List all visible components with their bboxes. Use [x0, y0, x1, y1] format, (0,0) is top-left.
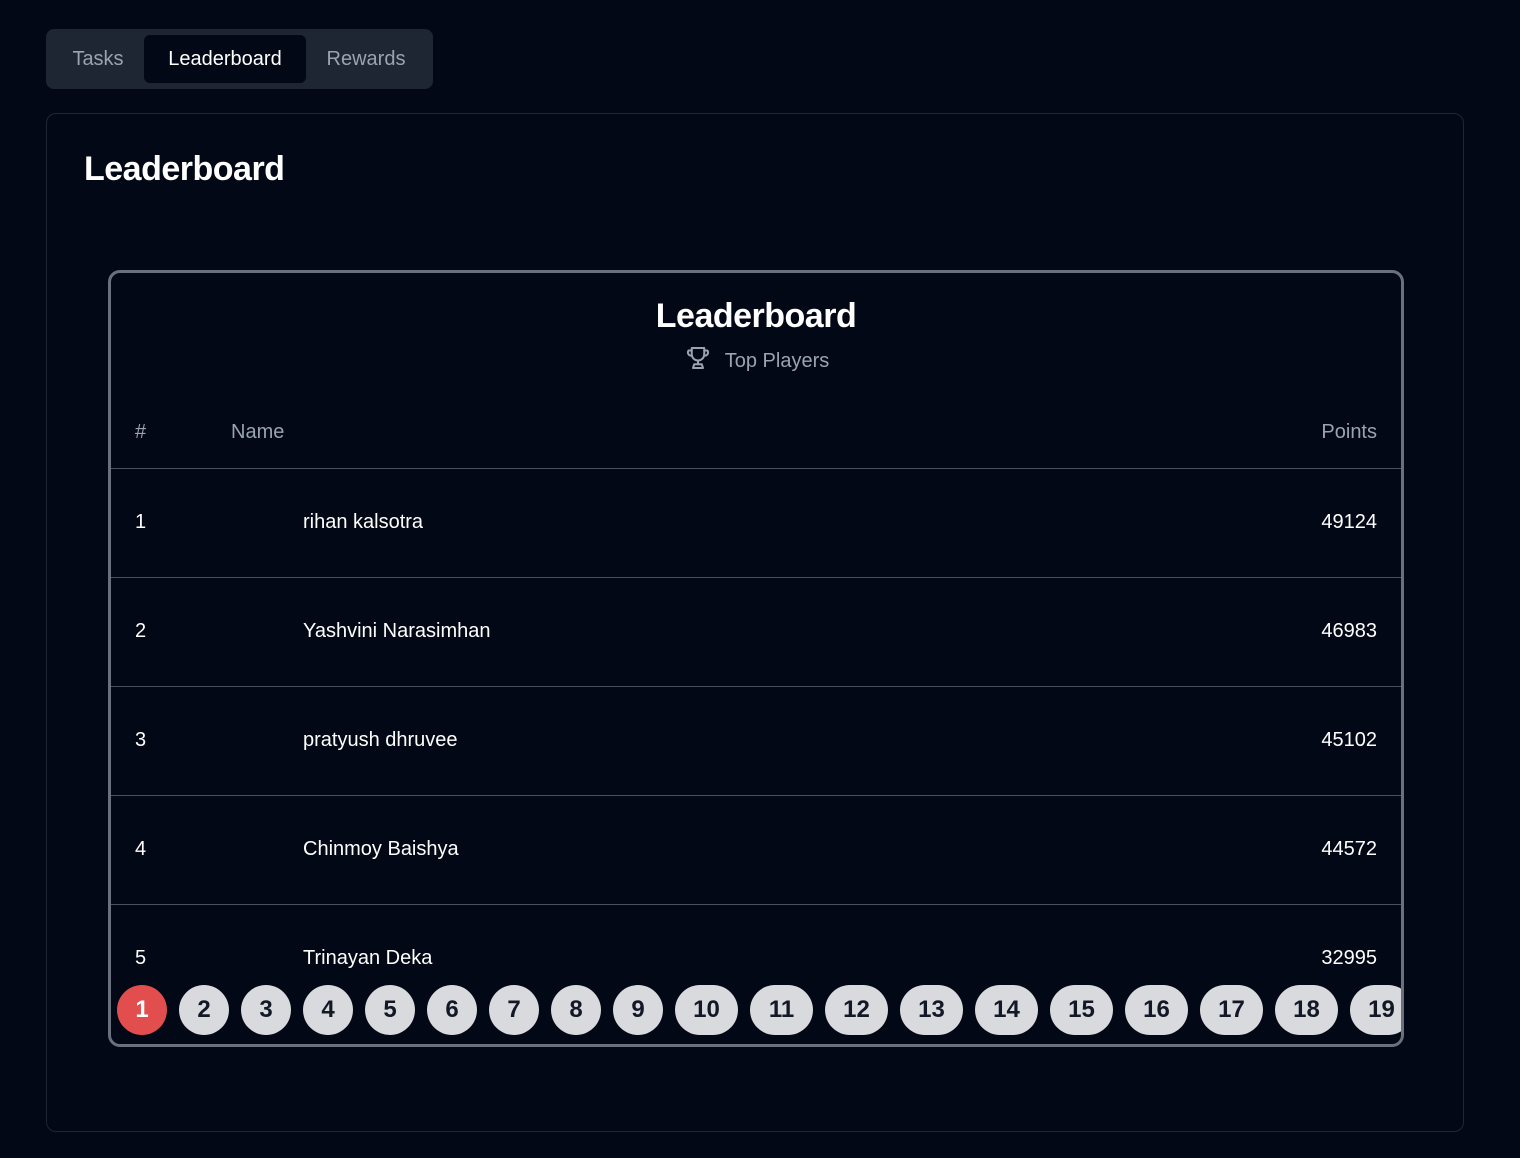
row-name: rihan kalsotra [303, 511, 424, 533]
row-name: Trinayan Deka [303, 947, 433, 969]
page-button-18[interactable]: 18 [1275, 985, 1338, 1035]
page-button-2[interactable]: 2 [179, 985, 229, 1035]
row-rank: 2 [135, 620, 147, 642]
table-row: 4 Chinmoy Baishya 44572 [111, 796, 1401, 905]
row-points: 32995 [1321, 947, 1377, 969]
row-points: 46983 [1321, 620, 1377, 642]
row-rank: 4 [135, 838, 147, 860]
row-rank: 3 [135, 729, 147, 751]
page-button-14[interactable]: 14 [975, 985, 1038, 1035]
page-button-5[interactable]: 5 [365, 985, 415, 1035]
page-button-16[interactable]: 16 [1125, 985, 1188, 1035]
page-button-1[interactable]: 1 [117, 985, 167, 1035]
page-button-11[interactable]: 11 [750, 985, 813, 1035]
subtitle-text: Top Players [724, 349, 830, 372]
page-button-7[interactable]: 7 [489, 985, 539, 1035]
page-button-4[interactable]: 4 [303, 985, 353, 1035]
page-button-17[interactable]: 17 [1200, 985, 1263, 1035]
page-button-8[interactable]: 8 [551, 985, 601, 1035]
page-button-19[interactable]: 19 [1350, 985, 1401, 1035]
page-button-10[interactable]: 10 [675, 985, 738, 1035]
page-button-6[interactable]: 6 [427, 985, 477, 1035]
page-title: Leaderboard [84, 150, 285, 188]
row-points: 49124 [1321, 511, 1377, 533]
tab-leaderboard[interactable]: Leaderboard [144, 35, 306, 83]
table-row: 3 pratyush dhruvee 45102 [111, 687, 1401, 796]
leaderboard-subtitle: Top Players [111, 343, 1401, 379]
column-points: Points [1321, 421, 1377, 443]
row-points: 45102 [1321, 729, 1377, 751]
page-button-13[interactable]: 13 [900, 985, 963, 1035]
table-header: # Name Points [111, 401, 1401, 469]
table-row: 1 rihan kalsotra 49124 [111, 469, 1401, 578]
row-name: Yashvini Narasimhan [303, 620, 491, 642]
page-button-9[interactable]: 9 [613, 985, 663, 1035]
tab-bar: Tasks Leaderboard Rewards [46, 29, 433, 89]
leaderboard-card: Leaderboard Leaderboard Top Players # Na… [46, 113, 1464, 1132]
row-rank: 1 [135, 511, 147, 533]
column-rank: # [135, 421, 147, 443]
trophy-icon [683, 343, 713, 379]
column-name: Name [231, 421, 285, 443]
leaderboard-panel: Leaderboard Top Players # Name Points 1 … [108, 270, 1404, 1047]
tab-rewards[interactable]: Rewards [306, 35, 426, 83]
pagination: 1 2 3 4 5 6 7 8 9 10 11 12 13 14 15 16 1… [117, 985, 1401, 1035]
page-button-15[interactable]: 15 [1050, 985, 1113, 1035]
tab-tasks[interactable]: Tasks [52, 35, 144, 83]
row-points: 44572 [1321, 838, 1377, 860]
row-rank: 5 [135, 947, 147, 969]
row-name: Chinmoy Baishya [303, 838, 459, 860]
leaderboard-title: Leaderboard [655, 297, 857, 335]
table-row: 2 Yashvini Narasimhan 46983 [111, 578, 1401, 687]
page-button-3[interactable]: 3 [241, 985, 291, 1035]
row-name: pratyush dhruvee [303, 729, 458, 751]
page-button-12[interactable]: 12 [825, 985, 888, 1035]
